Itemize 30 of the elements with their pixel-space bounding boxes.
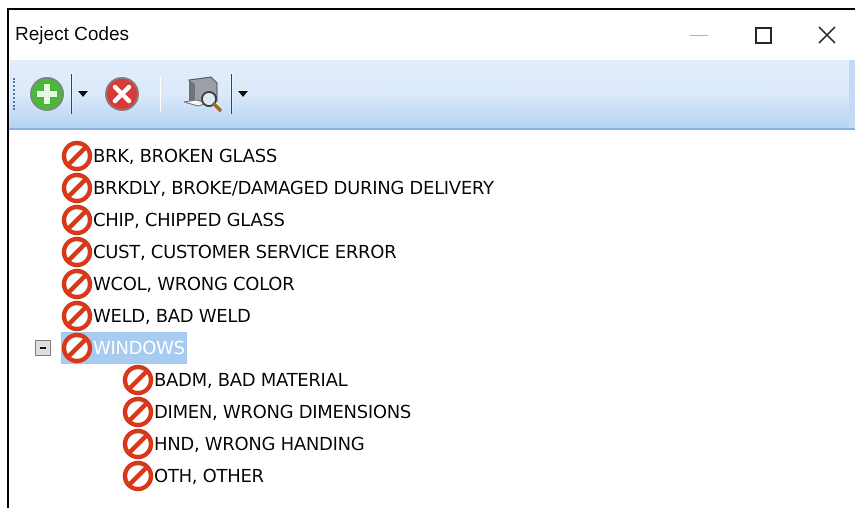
tree-item[interactable]: BRK, BROKEN GLASS xyxy=(61,140,279,172)
add-icon xyxy=(29,76,65,112)
prohibited-icon xyxy=(61,332,93,364)
caret-icon xyxy=(78,91,88,97)
tree-item[interactable]: WCOL, WRONG COLOR xyxy=(61,268,296,300)
prohibited-icon xyxy=(122,364,154,396)
close-icon xyxy=(818,26,836,44)
tree-item[interactable]: DIMEN, WRONG DIMENSIONS xyxy=(122,396,414,428)
tree-item[interactable]: OTH, OTHER xyxy=(122,460,266,492)
delete-icon xyxy=(104,76,140,112)
prohibited-icon xyxy=(122,428,154,460)
prohibited-icon xyxy=(61,236,93,268)
window-title: Reject Codes xyxy=(15,22,130,47)
prohibited-icon xyxy=(122,396,154,428)
prohibited-icon xyxy=(61,140,93,172)
tree-item[interactable]: CHIP, CHIPPED GLASS xyxy=(61,204,287,236)
prohibited-icon xyxy=(122,460,154,492)
tree-item[interactable]: HND, WRONG HANDING xyxy=(122,428,366,460)
tree-item[interactable]: BRKDLY, BROKE/DAMAGED DURING DELIVERY xyxy=(61,172,496,204)
tree-item[interactable]: CUST, CUSTOMER SERVICE ERROR xyxy=(61,236,398,268)
tree-item[interactable]: BADM, BAD MATERIAL xyxy=(122,364,350,396)
prohibited-icon xyxy=(61,268,93,300)
collapse-button[interactable] xyxy=(35,340,51,356)
caret-icon xyxy=(238,91,248,97)
prohibited-icon xyxy=(61,204,93,236)
prohibited-icon xyxy=(61,300,93,332)
tree-item[interactable]: WELD, BAD WELD xyxy=(61,300,253,332)
printer-magnifier-icon xyxy=(181,74,225,114)
prohibited-icon xyxy=(61,172,93,204)
minus-icon xyxy=(39,344,47,352)
